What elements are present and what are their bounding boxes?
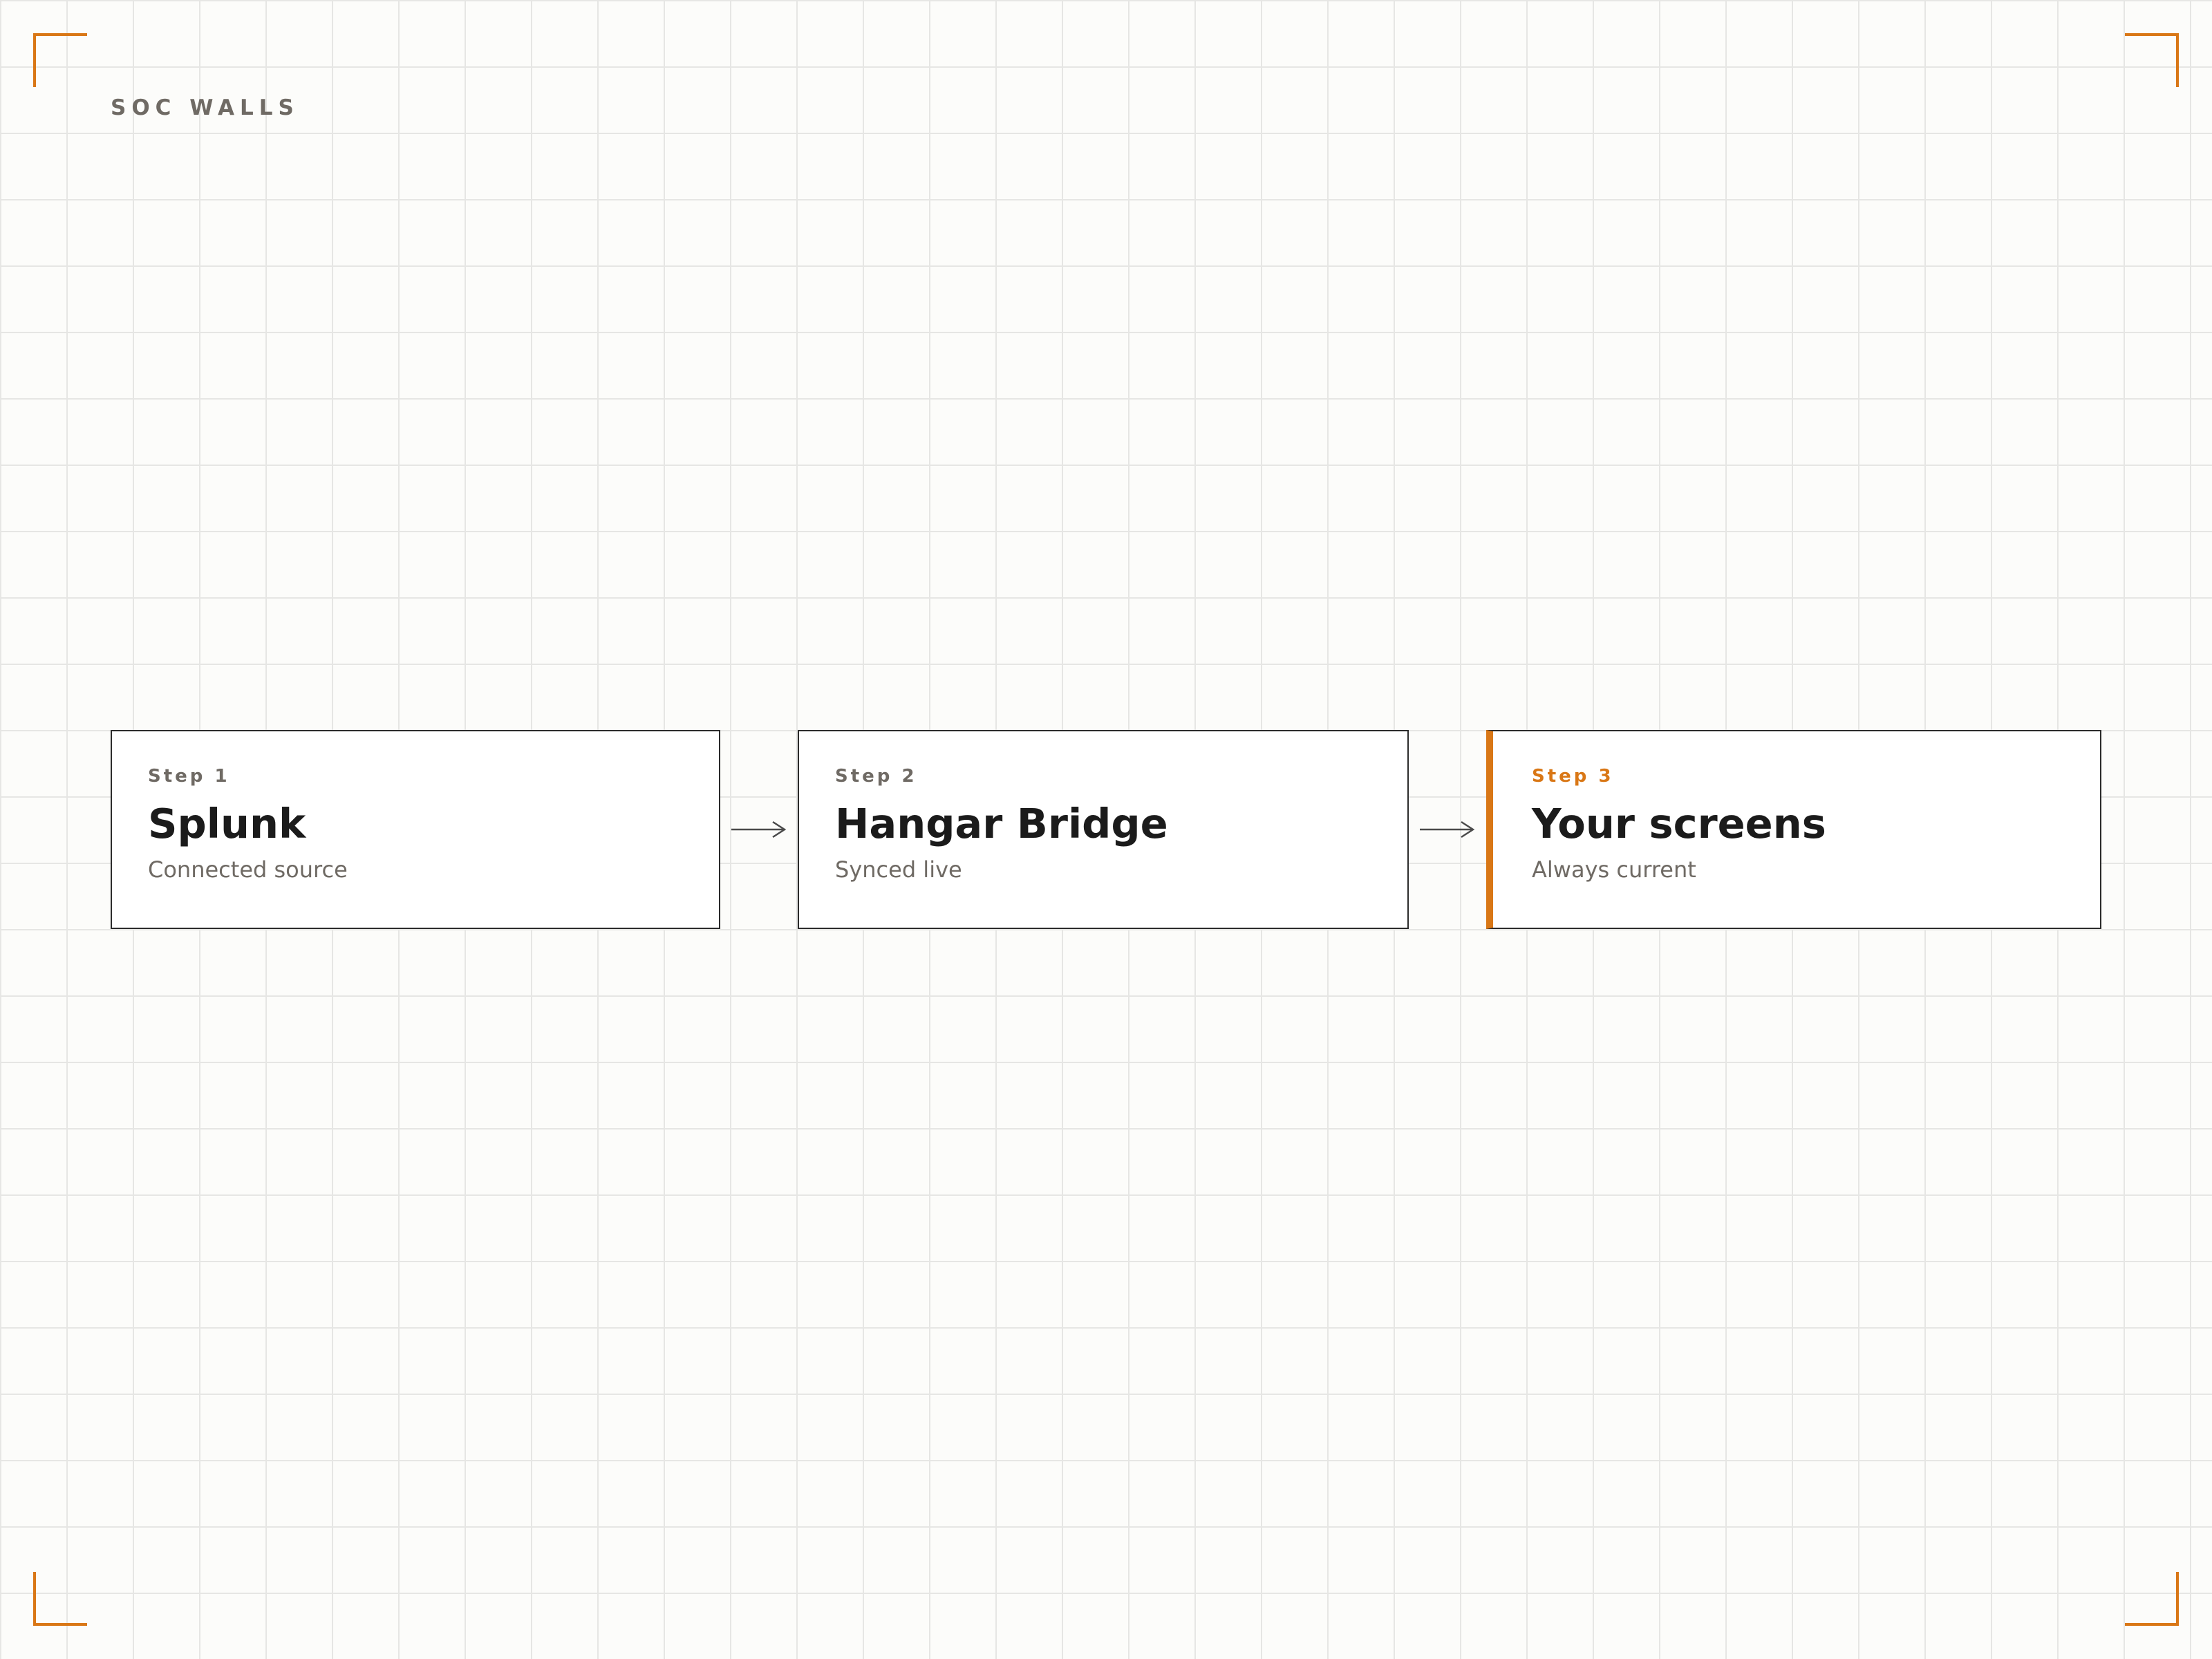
step-title: Hangar Bridge bbox=[835, 800, 1168, 847]
step-card-your-screens: Step 3 Your screens Always current bbox=[1486, 730, 2101, 929]
corner-mark-top-left bbox=[33, 33, 87, 87]
step-title: Splunk bbox=[148, 800, 306, 847]
step-subtitle: Synced live bbox=[835, 856, 962, 883]
arrow-right-icon bbox=[1418, 816, 1477, 843]
step-card-splunk: Step 1 Splunk Connected source bbox=[111, 730, 720, 929]
arrow-right-icon bbox=[730, 816, 788, 843]
step-number-label: Step 1 bbox=[148, 766, 230, 787]
corner-mark-top-right bbox=[2125, 33, 2179, 87]
step-subtitle: Always current bbox=[1532, 856, 1696, 883]
step-card-hangar-bridge: Step 2 Hangar Bridge Synced live bbox=[798, 730, 1409, 929]
step-title: Your screens bbox=[1532, 800, 1826, 847]
corner-mark-bottom-right bbox=[2125, 1572, 2179, 1626]
brand-title: SOC WALLS bbox=[111, 95, 299, 120]
step-number-label: Step 3 bbox=[1532, 766, 1614, 787]
step-subtitle: Connected source bbox=[148, 856, 348, 883]
step-number-label: Step 2 bbox=[835, 766, 917, 787]
corner-mark-bottom-left bbox=[33, 1572, 87, 1626]
